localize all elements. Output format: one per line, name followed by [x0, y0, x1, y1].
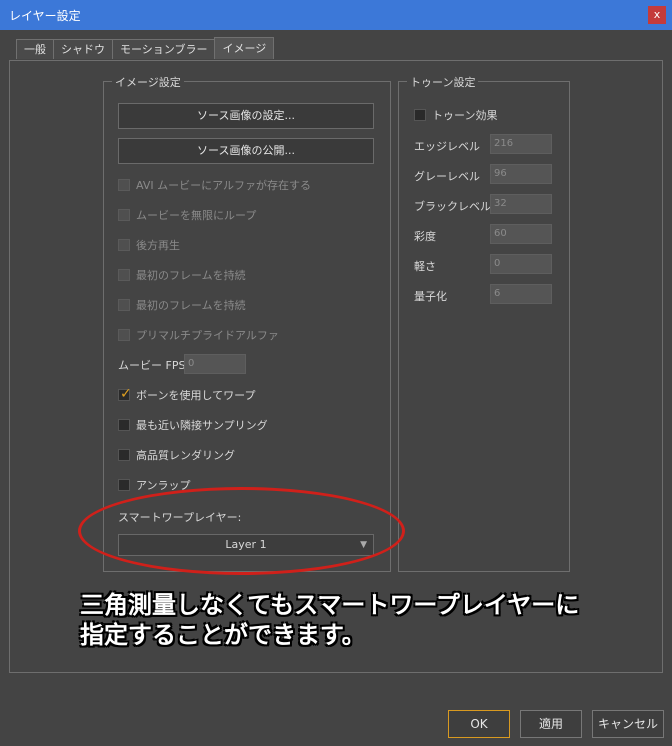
checkbox-box: [118, 449, 130, 461]
cancel-button[interactable]: キャンセル: [592, 710, 664, 738]
tab-general[interactable]: 一般: [16, 39, 54, 59]
black-level-label: ブラックレベル: [414, 200, 491, 213]
checkbox-label: AVI ムービーにアルファが存在する: [136, 179, 311, 192]
apply-button[interactable]: 適用: [520, 710, 582, 738]
checkbox-box: [414, 109, 426, 121]
saturation-input[interactable]: 60: [490, 224, 552, 244]
high-quality-render-checkbox[interactable]: 高品質レンダリング: [118, 447, 235, 463]
hold-first-frame-checkbox[interactable]: 最初のフレームを持続: [118, 267, 246, 283]
toon-effect-checkbox[interactable]: トゥーン効果: [414, 107, 497, 123]
checkbox-label: トゥーン効果: [432, 109, 498, 122]
annotation-caption: 三角測量しなくてもスマートワープレイヤーに 指定することができます。: [80, 590, 640, 650]
checkbox-label: 最も近い隣接サンプリング: [136, 419, 268, 432]
loop-movie-checkbox[interactable]: ムービーを無限にループ: [118, 207, 256, 223]
movie-fps-label: ムービー FPS: [118, 359, 186, 372]
checkbox-label: ボーンを使用してワープ: [136, 389, 256, 402]
use-bones-warp-checkbox[interactable]: ✓ ボーンを使用してワープ: [118, 386, 256, 403]
annotation-ellipse: [78, 487, 405, 575]
ok-button[interactable]: OK: [448, 710, 510, 738]
tab-bar: 一般 シャドウ モーションブラー イメージ: [16, 37, 275, 60]
window-title: レイヤー設定: [9, 9, 81, 23]
checkbox-box: [118, 419, 130, 431]
source-image-publish-button[interactable]: ソース画像の公開...: [118, 138, 374, 164]
checkbox-label: 最初のフレームを持続: [136, 299, 246, 312]
checkbox-box: [118, 269, 130, 281]
black-level-input[interactable]: 32: [490, 194, 552, 214]
source-image-settings-button[interactable]: ソース画像の設定...: [118, 103, 374, 129]
checkbox-label: 高品質レンダリング: [136, 449, 235, 462]
checkbox-box: [118, 239, 130, 251]
lightness-label: 軽さ: [414, 260, 436, 273]
checkbox-box: [118, 479, 130, 491]
caption-line-2: 指定することができます。: [80, 621, 366, 649]
lightness-input[interactable]: 0: [490, 254, 552, 274]
edge-level-input[interactable]: 216: [490, 134, 552, 154]
checkbox-box: [118, 299, 130, 311]
quantize-input[interactable]: 6: [490, 284, 552, 304]
premultiplied-alpha-checkbox[interactable]: プリマルチプライドアルファ: [118, 327, 279, 343]
checkbox-box: [118, 179, 130, 191]
gray-level-label: グレーレベル: [414, 170, 480, 183]
toon-settings-group: トゥーン設定: [398, 74, 570, 572]
checkbox-label: 後方再生: [136, 239, 180, 252]
nearest-neighbor-checkbox[interactable]: 最も近い隣接サンプリング: [118, 417, 268, 433]
checkbox-box: [118, 209, 130, 221]
tab-image[interactable]: イメージ: [214, 37, 275, 59]
tab-motion-blur[interactable]: モーションブラー: [112, 39, 216, 59]
avi-alpha-checkbox[interactable]: AVI ムービーにアルファが存在する: [118, 177, 311, 193]
checkmark-icon: ✓: [120, 386, 132, 402]
checkbox-label: プリマルチプライドアルファ: [136, 329, 279, 342]
toon-settings-legend: トゥーン設定: [407, 74, 479, 90]
hold-first-frame-checkbox-2[interactable]: 最初のフレームを持続: [118, 297, 246, 313]
reverse-play-checkbox[interactable]: 後方再生: [118, 237, 180, 253]
movie-fps-input[interactable]: 0: [184, 354, 246, 374]
checkbox-label: 最初のフレームを持続: [136, 269, 246, 282]
close-button[interactable]: x: [648, 6, 666, 24]
checkbox-label: ムービーを無限にループ: [136, 209, 257, 222]
checkbox-box: [118, 329, 130, 341]
tab-shadow[interactable]: シャドウ: [53, 39, 113, 59]
title-bar: レイヤー設定 x: [0, 0, 672, 30]
caption-line-1: 三角測量しなくてもスマートワープレイヤーに: [80, 591, 580, 619]
checkbox-box: ✓: [118, 386, 132, 402]
gray-level-input[interactable]: 96: [490, 164, 552, 184]
edge-level-label: エッジレベル: [414, 140, 480, 153]
image-settings-legend: イメージ設定: [112, 74, 184, 90]
saturation-label: 彩度: [414, 230, 436, 243]
quantize-label: 量子化: [414, 290, 447, 303]
